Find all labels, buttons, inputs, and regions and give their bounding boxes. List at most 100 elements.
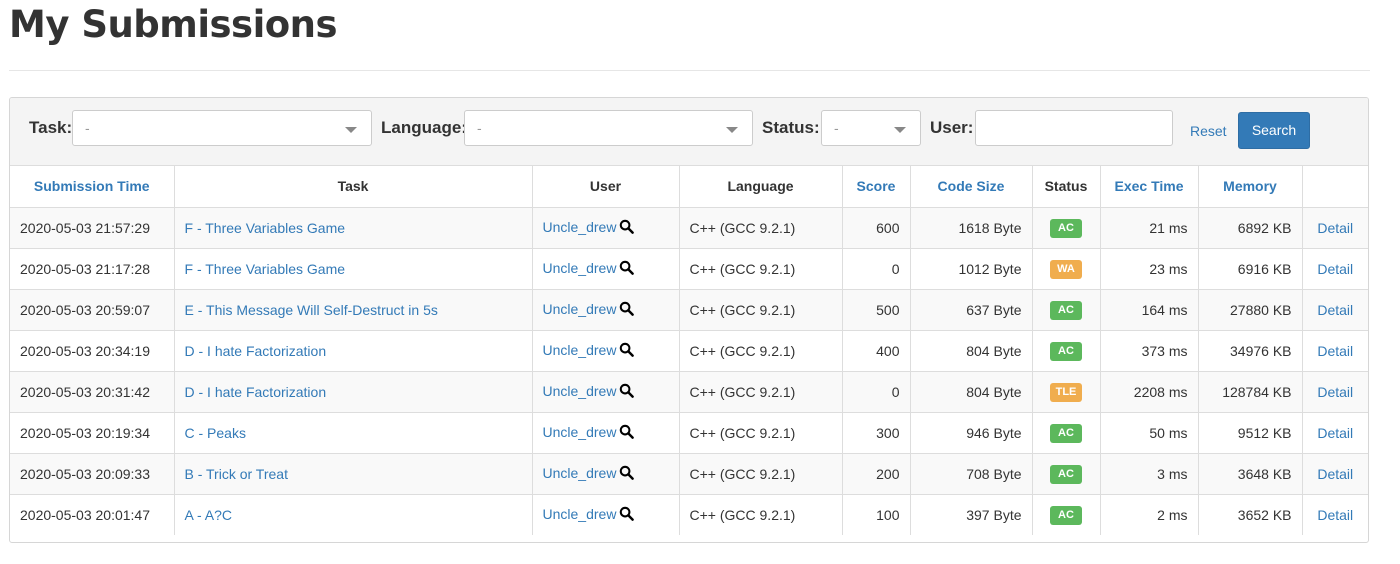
header-memory[interactable]: Memory xyxy=(1198,165,1303,208)
title-divider xyxy=(9,70,1370,71)
language-cell: C++ (GCC 9.2.1) xyxy=(679,371,843,413)
user-link[interactable]: Uncle_drew xyxy=(543,424,617,440)
code-size-cell: 804 Byte xyxy=(910,330,1033,372)
submission-time-cell: 2020-05-03 20:34:19 xyxy=(10,330,175,372)
status-badge: AC xyxy=(1050,423,1082,443)
task-link[interactable]: F - Three Variables Game xyxy=(185,220,346,236)
search-icon[interactable] xyxy=(619,506,635,524)
user-filter-input[interactable] xyxy=(975,110,1173,146)
chevron-down-icon xyxy=(345,127,357,133)
language-cell: C++ (GCC 9.2.1) xyxy=(679,412,843,454)
reset-link[interactable]: Reset xyxy=(1190,123,1227,139)
memory-cell: 9512 KB xyxy=(1198,412,1303,454)
filter-bar: Task: - Language: - Status: - User: Rese… xyxy=(10,98,1368,166)
code-size-cell: 804 Byte xyxy=(910,371,1033,413)
language-filter-label: Language: xyxy=(381,118,467,137)
header-submission-time[interactable]: Submission Time xyxy=(10,165,175,208)
status-badge: AC xyxy=(1050,300,1082,320)
task-link[interactable]: C - Peaks xyxy=(185,425,246,441)
user-link[interactable]: Uncle_drew xyxy=(543,301,617,317)
user-filter-label: User: xyxy=(930,118,974,137)
status-filter-select[interactable]: - xyxy=(821,110,921,146)
table-row: 2020-05-03 20:09:33 B - Trick or Treat Unc… xyxy=(10,453,1368,495)
code-size-cell: 637 Byte xyxy=(910,289,1033,331)
user-link[interactable]: Uncle_drew xyxy=(543,383,617,399)
memory-cell: 3648 KB xyxy=(1198,453,1303,495)
memory-cell: 27880 KB xyxy=(1198,289,1303,331)
status-badge: TLE xyxy=(1049,382,1083,402)
submission-time-cell: 2020-05-03 20:59:07 xyxy=(10,289,175,331)
header-exec-time[interactable]: Exec Time xyxy=(1100,165,1199,208)
memory-cell: 6892 KB xyxy=(1198,207,1303,249)
exec-time-cell: 2208 ms xyxy=(1100,371,1199,413)
detail-link[interactable]: Detail xyxy=(1317,220,1353,236)
table-row: 2020-05-03 20:31:42 D - I hate Factorizat… xyxy=(10,371,1368,413)
task-link[interactable]: D - I hate Factorization xyxy=(185,384,327,400)
language-cell: C++ (GCC 9.2.1) xyxy=(679,207,843,249)
code-size-cell: 946 Byte xyxy=(910,412,1033,454)
status-badge: AC xyxy=(1050,464,1082,484)
status-badge: AC xyxy=(1050,218,1082,238)
submission-time-cell: 2020-05-03 20:19:34 xyxy=(10,412,175,454)
code-size-cell: 1618 Byte xyxy=(910,207,1033,249)
user-link[interactable]: Uncle_drew xyxy=(543,342,617,358)
task-filter-select[interactable]: - xyxy=(72,110,372,146)
table-row: 2020-05-03 21:57:29 F - Three Variables G… xyxy=(10,207,1368,249)
status-filter-label: Status: xyxy=(762,118,820,137)
header-language: Language xyxy=(679,165,843,208)
task-filter-label: Task: xyxy=(29,118,73,137)
memory-cell: 6916 KB xyxy=(1198,248,1303,290)
chevron-down-icon xyxy=(726,127,738,133)
detail-link[interactable]: Detail xyxy=(1317,302,1353,318)
search-icon[interactable] xyxy=(619,301,635,319)
score-cell: 100 xyxy=(842,494,911,535)
score-cell: 500 xyxy=(842,289,911,331)
task-link[interactable]: E - This Message Will Self-Destruct in 5… xyxy=(185,302,438,318)
header-user: User xyxy=(532,165,680,208)
detail-link[interactable]: Detail xyxy=(1317,507,1353,523)
user-link[interactable]: Uncle_drew xyxy=(543,219,617,235)
memory-cell: 3652 KB xyxy=(1198,494,1303,535)
table-header-row: Submission Time Task User Language Score… xyxy=(10,165,1368,208)
memory-cell: 128784 KB xyxy=(1198,371,1303,413)
table-row: 2020-05-03 20:19:34 C - Peaks Uncle_drew C+… xyxy=(10,412,1368,454)
score-cell: 300 xyxy=(842,412,911,454)
submission-time-cell: 2020-05-03 21:17:28 xyxy=(10,248,175,290)
search-icon[interactable] xyxy=(619,342,635,360)
search-icon[interactable] xyxy=(619,465,635,483)
submission-time-cell: 2020-05-03 20:01:47 xyxy=(10,494,175,535)
search-button[interactable]: Search xyxy=(1238,112,1310,149)
search-icon[interactable] xyxy=(619,219,635,237)
user-link[interactable]: Uncle_drew xyxy=(543,260,617,276)
header-score[interactable]: Score xyxy=(842,165,911,208)
language-filter-select[interactable]: - xyxy=(464,110,753,146)
language-cell: C++ (GCC 9.2.1) xyxy=(679,248,843,290)
user-link[interactable]: Uncle_drew xyxy=(543,465,617,481)
header-task: Task xyxy=(174,165,533,208)
detail-link[interactable]: Detail xyxy=(1317,261,1353,277)
detail-link[interactable]: Detail xyxy=(1317,425,1353,441)
exec-time-cell: 23 ms xyxy=(1100,248,1199,290)
exec-time-cell: 373 ms xyxy=(1100,330,1199,372)
submissions-panel: Task: - Language: - Status: - User: Rese… xyxy=(9,97,1369,543)
detail-link[interactable]: Detail xyxy=(1317,343,1353,359)
search-icon[interactable] xyxy=(619,424,635,442)
language-cell: C++ (GCC 9.2.1) xyxy=(679,453,843,495)
code-size-cell: 397 Byte xyxy=(910,494,1033,535)
task-link[interactable]: B - Trick or Treat xyxy=(185,466,288,482)
header-code-size[interactable]: Code Size xyxy=(910,165,1033,208)
submission-time-cell: 2020-05-03 20:31:42 xyxy=(10,371,175,413)
table-row: 2020-05-03 21:17:28 F - Three Variables G… xyxy=(10,248,1368,290)
detail-link[interactable]: Detail xyxy=(1317,384,1353,400)
score-cell: 0 xyxy=(842,371,911,413)
search-icon[interactable] xyxy=(619,260,635,278)
memory-cell: 34976 KB xyxy=(1198,330,1303,372)
status-filter-value: - xyxy=(834,120,839,136)
table-row: 2020-05-03 20:01:47 A - A?C Uncle_drew C++ … xyxy=(10,494,1368,535)
search-icon[interactable] xyxy=(619,383,635,401)
task-link[interactable]: D - I hate Factorization xyxy=(185,343,327,359)
task-link[interactable]: F - Three Variables Game xyxy=(185,261,346,277)
task-link[interactable]: A - A?C xyxy=(185,507,232,523)
detail-link[interactable]: Detail xyxy=(1317,466,1353,482)
user-link[interactable]: Uncle_drew xyxy=(543,506,617,522)
